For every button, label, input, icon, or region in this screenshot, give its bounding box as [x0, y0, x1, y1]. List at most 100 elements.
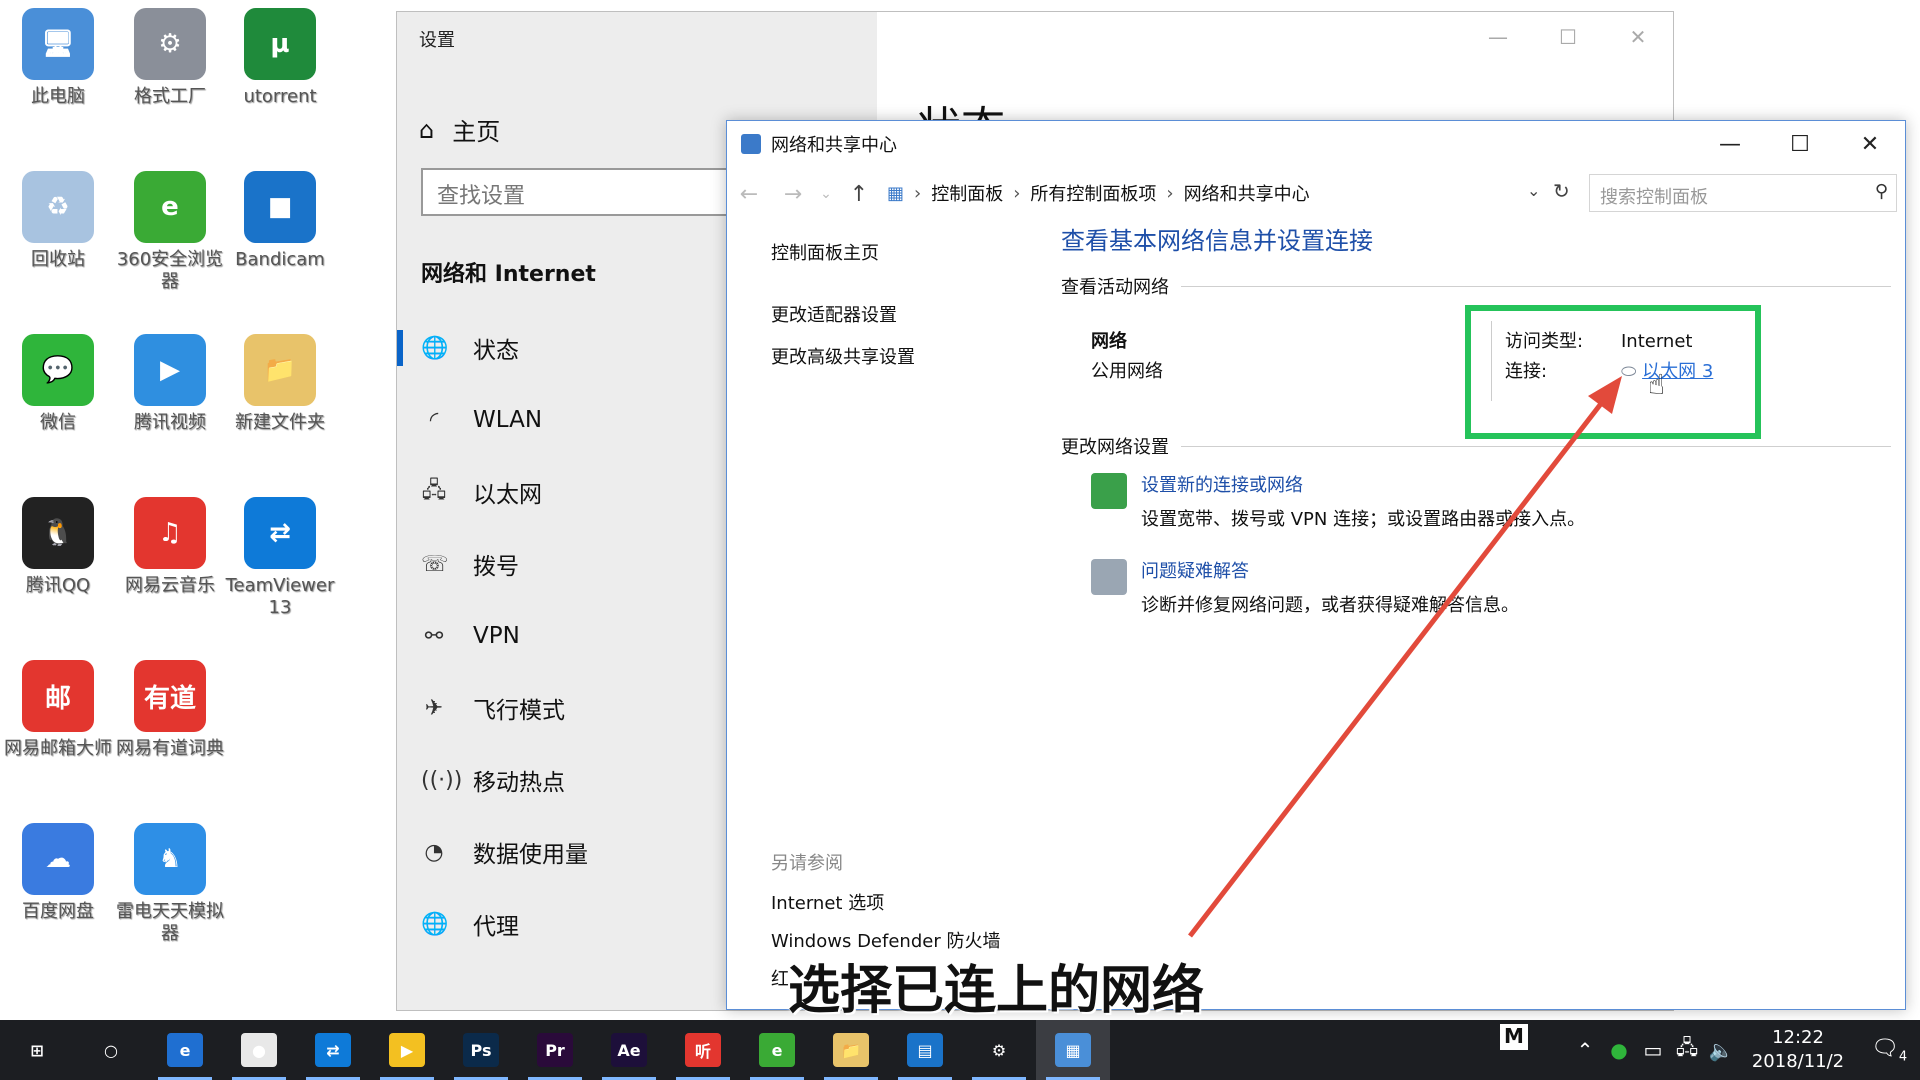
- start-button[interactable]: ⊞: [0, 1020, 74, 1080]
- proxy-icon: 🌐: [421, 911, 449, 937]
- volume-icon[interactable]: 🔈: [1704, 1038, 1738, 1062]
- battery-icon[interactable]: ▭: [1636, 1038, 1670, 1062]
- desktop-icon[interactable]: ⇄ TeamViewer 13: [224, 497, 336, 619]
- clock[interactable]: 12:22 2018/11/2: [1738, 1026, 1858, 1074]
- task-desc: 诊断并修复网络问题，或者获得疑难解答信息。: [1141, 595, 1519, 616]
- refresh-icon[interactable]: ↻: [1553, 179, 1579, 203]
- settings-nav-label: 代理: [473, 914, 519, 940]
- task-troubleshoot: 问题疑难解答 诊断并修复网络问题，或者获得疑难解答信息。: [1091, 557, 1519, 617]
- listen-app-icon: 听: [685, 1033, 721, 1067]
- desktop-icon-label: 腾讯视频: [134, 412, 206, 433]
- breadcrumb-item[interactable]: 网络和共享中心: [1184, 180, 1310, 206]
- settings-app-icon: ⚙: [991, 1040, 1007, 1060]
- edge-app[interactable]: e: [148, 1020, 222, 1080]
- desktop-icon-label: TeamViewer 13: [225, 575, 335, 618]
- control-panel-home-link[interactable]: 控制面板主页: [771, 239, 915, 265]
- divider: [1181, 285, 1891, 287]
- aftereffects-app[interactable]: Ae: [592, 1020, 666, 1080]
- desktop-icon[interactable]: ☁ 百度网盘: [2, 823, 114, 923]
- player-app[interactable]: ▶: [370, 1020, 444, 1080]
- explorer-app[interactable]: 📁: [814, 1020, 888, 1080]
- window-app[interactable]: ▤: [888, 1020, 962, 1080]
- minimize-button[interactable]: —: [1463, 22, 1533, 52]
- data-usage-icon: ◔: [424, 839, 444, 865]
- active-network: 网络 公用网络: [1091, 327, 1163, 387]
- control-panel-icon: ▦: [887, 182, 905, 204]
- desktop-icon[interactable]: ■ Bandicam: [224, 171, 336, 271]
- settings-app[interactable]: ⚙: [962, 1020, 1036, 1080]
- task-new-connection: 设置新的连接或网络 设置宽带、拨号或 VPN 连接；或设置路由器或接入点。: [1091, 471, 1585, 531]
- photoshop-app-icon: Ps: [463, 1033, 499, 1067]
- back-icon[interactable]: ←: [727, 182, 771, 207]
- close-button[interactable]: ✕: [1835, 121, 1905, 167]
- app-icon: ▶: [134, 334, 206, 406]
- system-tray: ⌃ ● ▭ 🖧 🔈 12:22 2018/11/2 🗨4: [1568, 1020, 1920, 1080]
- listen-app[interactable]: 听: [666, 1020, 740, 1080]
- desktop-icon-label: 百度网盘: [22, 901, 94, 922]
- up-icon[interactable]: ↑: [837, 182, 881, 207]
- maximize-button[interactable]: ☐: [1765, 121, 1835, 167]
- desktop-icon-label: 此电脑: [31, 86, 85, 107]
- app-icon: e: [134, 171, 206, 243]
- notification-center-icon[interactable]: 🗨4: [1858, 1036, 1920, 1064]
- app-icon: 有道: [134, 660, 206, 732]
- photoshop-app[interactable]: Ps: [444, 1020, 518, 1080]
- teamviewer-app[interactable]: ⇄: [296, 1020, 370, 1080]
- settings-title: 设置: [419, 30, 455, 51]
- network-tray-icon[interactable]: 🖧: [1670, 1033, 1704, 1067]
- control-panel-app-icon: ▦: [1055, 1033, 1091, 1067]
- ime-badge[interactable]: M: [1500, 1024, 1528, 1050]
- change-adapter-link[interactable]: 更改适配器设置: [771, 301, 915, 327]
- divider: [1181, 445, 1891, 447]
- control-panel-app[interactable]: ▦: [1036, 1020, 1110, 1080]
- home-link[interactable]: ⌂ 主页: [419, 112, 500, 147]
- desktop-icon[interactable]: 有道 网易有道词典: [114, 660, 226, 760]
- network-name: 网络: [1091, 331, 1127, 352]
- app-4[interactable]: ●: [222, 1020, 296, 1080]
- desktop-icon[interactable]: 💬 微信: [2, 334, 114, 434]
- minimize-button[interactable]: —: [1695, 121, 1765, 167]
- desktop-icon[interactable]: e 360安全浏览器: [114, 171, 226, 293]
- change-sharing-link[interactable]: 更改高级共享设置: [771, 343, 915, 369]
- desktop-icon[interactable]: ♞ 雷电天天模拟器: [114, 823, 226, 945]
- desktop-icon[interactable]: 📁 新建文件夹: [224, 334, 336, 434]
- desktop-icon[interactable]: ⚙ 格式工厂: [114, 8, 226, 108]
- dialup-icon: ☏: [421, 551, 449, 577]
- desktop-icon-label: 格式工厂: [134, 86, 206, 107]
- settings-nav-label: VPN: [473, 623, 520, 649]
- desktop-icon[interactable]: 🖥 此电脑: [2, 8, 114, 108]
- desktop-icon[interactable]: ♻ 回收站: [2, 171, 114, 271]
- section-header: 查看活动网络: [1061, 277, 1169, 298]
- address-dropdown-icon[interactable]: ⌄: [1527, 181, 1547, 200]
- vpn-icon: ⚯: [424, 623, 444, 649]
- browser-360-app[interactable]: e: [740, 1020, 814, 1080]
- ethernet-icon: 🖧: [421, 478, 447, 503]
- forward-icon[interactable]: →: [771, 182, 815, 207]
- internet-options-link[interactable]: Internet 选项: [771, 889, 1000, 915]
- hotspot-icon: ((·)): [421, 767, 463, 793]
- desktop-icon[interactable]: ▶ 腾讯视频: [114, 334, 226, 434]
- control-panel-search-input[interactable]: 搜索控制面板 ⚲: [1589, 174, 1897, 212]
- taskbar: ⊞ ○ e ● ⇄ ▶ Ps Pr Ae 听 e 📁 ▤ ⚙ ▦ M ⌃ ● ▭ 🖧 🔈 12:22 201…: [0, 1020, 1920, 1080]
- desktop-icon[interactable]: 邮网易邮箱大师: [2, 660, 114, 760]
- cortana-button[interactable]: ○: [74, 1020, 148, 1080]
- wechat-tray-icon[interactable]: ●: [1602, 1038, 1636, 1062]
- breadcrumb-item[interactable]: 控制面板: [931, 180, 1003, 206]
- desktop-icon[interactable]: µ utorrent: [224, 8, 336, 108]
- task-title[interactable]: 问题疑难解答: [1141, 557, 1519, 583]
- desktop-icon[interactable]: 🐧 腾讯QQ: [2, 497, 114, 597]
- breadcrumb-item[interactable]: 所有控制面板项: [1030, 180, 1156, 206]
- browser-360-app-icon: e: [759, 1033, 795, 1067]
- notification-count: 4: [1898, 1049, 1908, 1065]
- premiere-app[interactable]: Pr: [518, 1020, 592, 1080]
- date: 2018/11/2: [1751, 1051, 1845, 1072]
- maximize-button[interactable]: ☐: [1533, 22, 1603, 52]
- airplane-icon: ✈: [424, 695, 444, 721]
- settings-nav-label: 状态: [473, 338, 519, 364]
- desktop-icon[interactable]: ♫ 网易云音乐: [114, 497, 226, 597]
- task-title[interactable]: 设置新的连接或网络: [1141, 471, 1585, 497]
- recent-dropdown-icon[interactable]: ⌄: [815, 186, 837, 202]
- show-hidden-icons[interactable]: ⌃: [1568, 1038, 1602, 1062]
- network-center-window: 网络和共享中心 — ☐ ✕ ← → ⌄ ↑ ▦ › 控制面板 › 所有控制面板项…: [726, 120, 1906, 1010]
- close-button[interactable]: ✕: [1603, 22, 1673, 52]
